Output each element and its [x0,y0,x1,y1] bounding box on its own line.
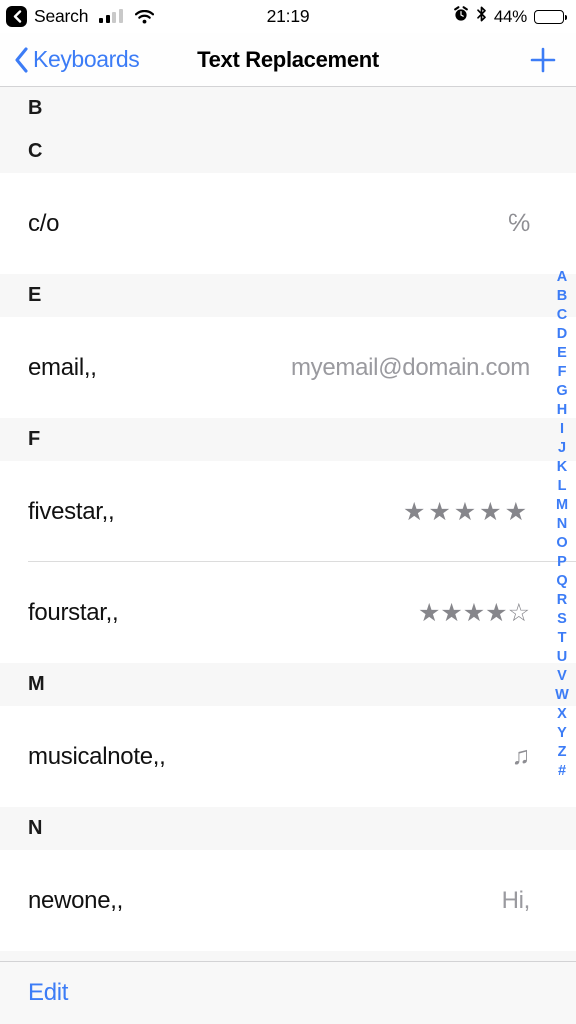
section-index-letter[interactable]: # [558,762,566,781]
row-shortcut: c/o [28,209,60,237]
section-header: E [0,274,576,317]
cellular-signal-icon [99,8,123,23]
section-index-letter[interactable]: C [557,306,567,325]
section-index-letter[interactable]: V [557,667,567,686]
section-index-letter[interactable]: F [558,363,567,382]
section-index-letter[interactable]: T [558,629,567,648]
text-replacement-list: B Cc/o ℅ Eemail,, myemail@domain.com Ffivesta… [0,87,576,1024]
status-back-chip[interactable] [6,6,27,27]
alarm-clock-icon [453,6,469,27]
section-index-letter[interactable]: W [555,686,569,705]
section-header: C [0,130,576,173]
section-index-letter[interactable]: G [556,382,567,401]
section-index-bar[interactable]: A B C D E F G H I J K L M N O P Q R S T U V W X Y Z # [549,268,575,781]
section-header: B [0,87,576,130]
status-bar: Search 21:19 44% [0,0,576,33]
section-index-letter[interactable]: B [557,287,567,306]
status-time: 21:19 [266,6,310,26]
back-button-keyboards[interactable]: Keyboards [14,46,140,73]
table-row[interactable]: email,, myemail@domain.com [0,317,576,418]
status-carrier-label: Search [34,6,89,26]
chevron-left-icon [13,10,21,23]
row-phrase: ℅ [508,209,530,237]
section-index-letter[interactable]: S [557,610,567,629]
battery-percent-label: 44% [493,6,527,26]
table-row[interactable]: fourstar,, ★★★★☆ [0,562,576,663]
plus-icon [530,47,556,72]
section-header: N [0,807,576,850]
section-header: M [0,663,576,706]
section-index-letter[interactable]: R [557,591,567,610]
section-index-letter[interactable]: K [557,458,567,477]
section-header: F [0,418,576,461]
section-index-letter[interactable]: E [557,344,567,363]
battery-icon [534,9,567,24]
table-row[interactable]: c/o ℅ [0,173,576,274]
section-index-letter[interactable]: U [557,648,567,667]
section-index-letter[interactable]: H [557,401,567,420]
section-index-letter[interactable]: I [560,420,564,439]
section-index-letter[interactable]: M [556,496,568,515]
section-index-letter[interactable]: X [557,705,567,724]
edit-button[interactable]: Edit [28,979,68,1007]
bluetooth-icon [476,6,487,27]
bottom-toolbar: Edit [0,961,576,1024]
table-row[interactable]: newone,, Hi, [0,850,576,951]
section-index-letter[interactable]: D [557,325,567,344]
section-index-letter[interactable]: P [557,553,567,572]
row-shortcut: fivestar,, [28,497,115,525]
row-phrase: Hi, [501,886,531,914]
row-phrase: ★★★★☆ [417,598,530,627]
text-replacement-screen: Search 21:19 44% Keyboards Text Replacem… [0,0,576,1024]
section-index-letter[interactable]: Z [558,743,567,762]
section-index-letter[interactable]: N [557,515,567,534]
navigation-bar: Keyboards Text Replacement [0,33,576,87]
section-index-letter[interactable]: Q [556,572,567,591]
row-shortcut: newone,, [28,886,124,914]
add-shortcut-button[interactable] [526,43,560,77]
section-index-letter[interactable]: O [556,534,567,553]
status-bar-right: 44% [453,6,567,27]
chevron-left-icon [15,46,28,73]
section-index-letter[interactable]: L [558,477,567,496]
row-shortcut: email,, [28,353,97,381]
section-index-letter[interactable]: A [557,268,567,287]
status-bar-left: Search [6,6,154,27]
row-phrase: ♫ [511,742,531,770]
back-button-label: Keyboards [33,46,140,72]
section-index-letter[interactable]: Y [557,724,567,743]
row-phrase: myemail@domain.com [290,353,530,381]
wifi-icon [134,9,154,24]
table-row[interactable]: musicalnote,, ♫ [0,706,576,807]
row-shortcut: musicalnote,, [28,742,166,770]
section-index-letter[interactable]: J [558,439,566,458]
row-phrase: ★★★★★ [402,497,530,526]
row-shortcut: fourstar,, [28,598,119,626]
table-row[interactable]: fivestar,, ★★★★★ [0,461,576,562]
